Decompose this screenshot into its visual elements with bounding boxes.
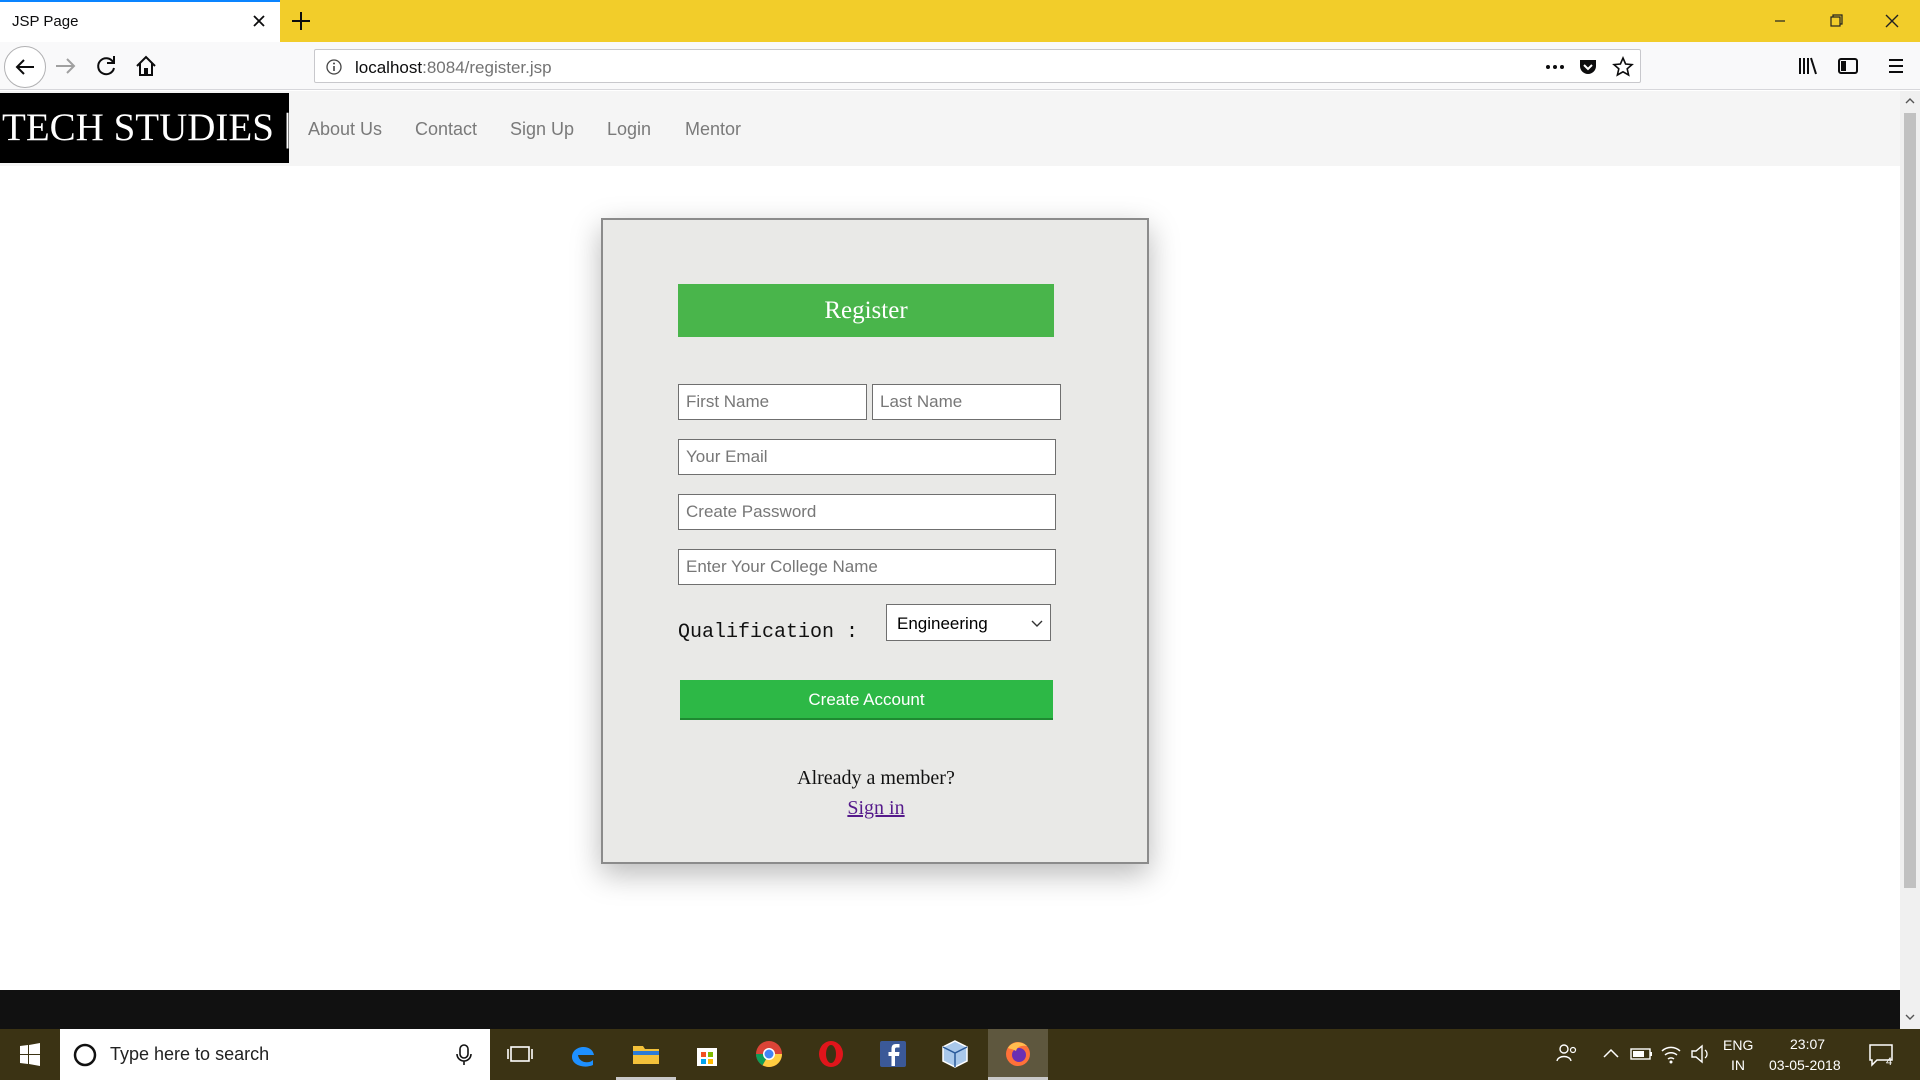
- sidebar-icon[interactable]: [1832, 50, 1864, 82]
- nav-link-login[interactable]: Login: [607, 119, 651, 140]
- scroll-up-icon[interactable]: [1904, 95, 1916, 107]
- people-icon[interactable]: [1550, 1037, 1584, 1071]
- chevron-down-icon: [1031, 620, 1043, 627]
- windows-start-icon[interactable]: [0, 1029, 60, 1080]
- page-viewport: TECH STUDIES | About Us Contact Sign Up …: [0, 91, 1900, 1029]
- first-name-input[interactable]: [678, 384, 867, 420]
- language-bottom[interactable]: IN: [1731, 1057, 1745, 1073]
- wifi-icon[interactable]: [1654, 1037, 1688, 1071]
- browser-toolbar: localhost:8084/register.jsp: [0, 42, 1920, 90]
- library-icon[interactable]: [1792, 50, 1824, 82]
- nav-link-mentor[interactable]: Mentor: [685, 119, 741, 140]
- active-tab[interactable]: JSP Page: [0, 0, 280, 42]
- forward-arrow-icon[interactable]: [50, 50, 82, 82]
- site-brand[interactable]: TECH STUDIES |: [0, 93, 291, 163]
- edge-icon[interactable]: [566, 1037, 600, 1071]
- close-window-icon[interactable]: [1872, 6, 1912, 36]
- store-icon[interactable]: [690, 1037, 724, 1071]
- chrome-icon[interactable]: [752, 1037, 786, 1071]
- minimize-icon[interactable]: [1760, 6, 1800, 36]
- nav-link-about[interactable]: About Us: [308, 119, 382, 140]
- restore-icon[interactable]: [1816, 6, 1856, 36]
- notification-count: 4: [1886, 1056, 1893, 1068]
- facebook-icon[interactable]: [876, 1037, 910, 1071]
- volume-icon[interactable]: [1684, 1037, 1718, 1071]
- reload-icon[interactable]: [90, 50, 122, 82]
- qualification-value: Engineering: [897, 614, 988, 633]
- last-name-input[interactable]: [872, 384, 1061, 420]
- email-input[interactable]: [678, 439, 1056, 475]
- pocket-icon[interactable]: [1577, 56, 1599, 78]
- bookmark-star-icon[interactable]: [1611, 55, 1635, 79]
- url-host: localhost: [355, 58, 423, 77]
- language-top[interactable]: ENG: [1723, 1037, 1753, 1053]
- search-placeholder: Type here to search: [110, 1044, 270, 1064]
- home-icon[interactable]: [130, 50, 162, 82]
- signin-row: Sign in: [603, 797, 1149, 820]
- tab-strip: JSP Page: [0, 0, 1920, 42]
- file-explorer-icon[interactable]: [629, 1037, 663, 1071]
- signin-link[interactable]: Sign in: [847, 797, 904, 819]
- already-member-text: Already a member?: [797, 767, 955, 789]
- back-arrow-icon: [15, 59, 34, 75]
- task-view-icon[interactable]: [503, 1037, 537, 1071]
- new-tab-icon[interactable]: [288, 8, 314, 34]
- windows-taskbar: Type here to search ENG IN 23:07 03-05-2…: [0, 1029, 1920, 1080]
- scroll-down-icon[interactable]: [1904, 1011, 1916, 1023]
- clock-date[interactable]: 03-05-2018: [1769, 1057, 1841, 1073]
- nav-link-contact[interactable]: Contact: [415, 119, 477, 140]
- create-account-button[interactable]: Create Account: [680, 680, 1053, 720]
- address-bar[interactable]: localhost:8084/register.jsp: [314, 49, 1641, 83]
- qualification-select[interactable]: Engineering: [886, 604, 1051, 641]
- page-footer: [0, 990, 1900, 1029]
- scroll-thumb[interactable]: [1904, 113, 1916, 888]
- site-navbar: TECH STUDIES | About Us Contact Sign Up …: [0, 91, 1900, 166]
- password-input[interactable]: [678, 494, 1056, 530]
- nav-link-signup[interactable]: Sign Up: [510, 119, 574, 140]
- close-tab-icon[interactable]: [248, 10, 270, 32]
- register-card: Register Qualification : Engineering Cre…: [601, 218, 1149, 864]
- notifications-icon[interactable]: [1864, 1037, 1898, 1071]
- opera-icon[interactable]: [814, 1037, 848, 1071]
- url-text: localhost:8084/register.jsp: [355, 58, 552, 78]
- chevron-up-icon[interactable]: [1594, 1037, 1628, 1071]
- url-path: :8084/register.jsp: [422, 58, 552, 77]
- back-button[interactable]: [4, 46, 46, 88]
- cortana-icon: [73, 1043, 97, 1067]
- taskbar-search-box[interactable]: Type here to search: [60, 1029, 490, 1080]
- clock-time[interactable]: 23:07: [1790, 1036, 1825, 1052]
- firefox-icon[interactable]: [1001, 1037, 1035, 1071]
- qualification-label: Qualification :: [678, 621, 859, 644]
- college-input[interactable]: [678, 549, 1056, 585]
- page-scrollbar[interactable]: [1900, 91, 1920, 1029]
- page-actions-icon[interactable]: [1543, 56, 1567, 78]
- site-info-icon[interactable]: [325, 58, 343, 76]
- tab-title: JSP Page: [12, 13, 79, 30]
- menu-icon[interactable]: [1880, 50, 1912, 82]
- battery-icon[interactable]: [1624, 1037, 1658, 1071]
- virtualbox-icon[interactable]: [938, 1037, 972, 1071]
- microphone-icon[interactable]: [453, 1043, 475, 1067]
- register-heading: Register: [678, 284, 1054, 337]
